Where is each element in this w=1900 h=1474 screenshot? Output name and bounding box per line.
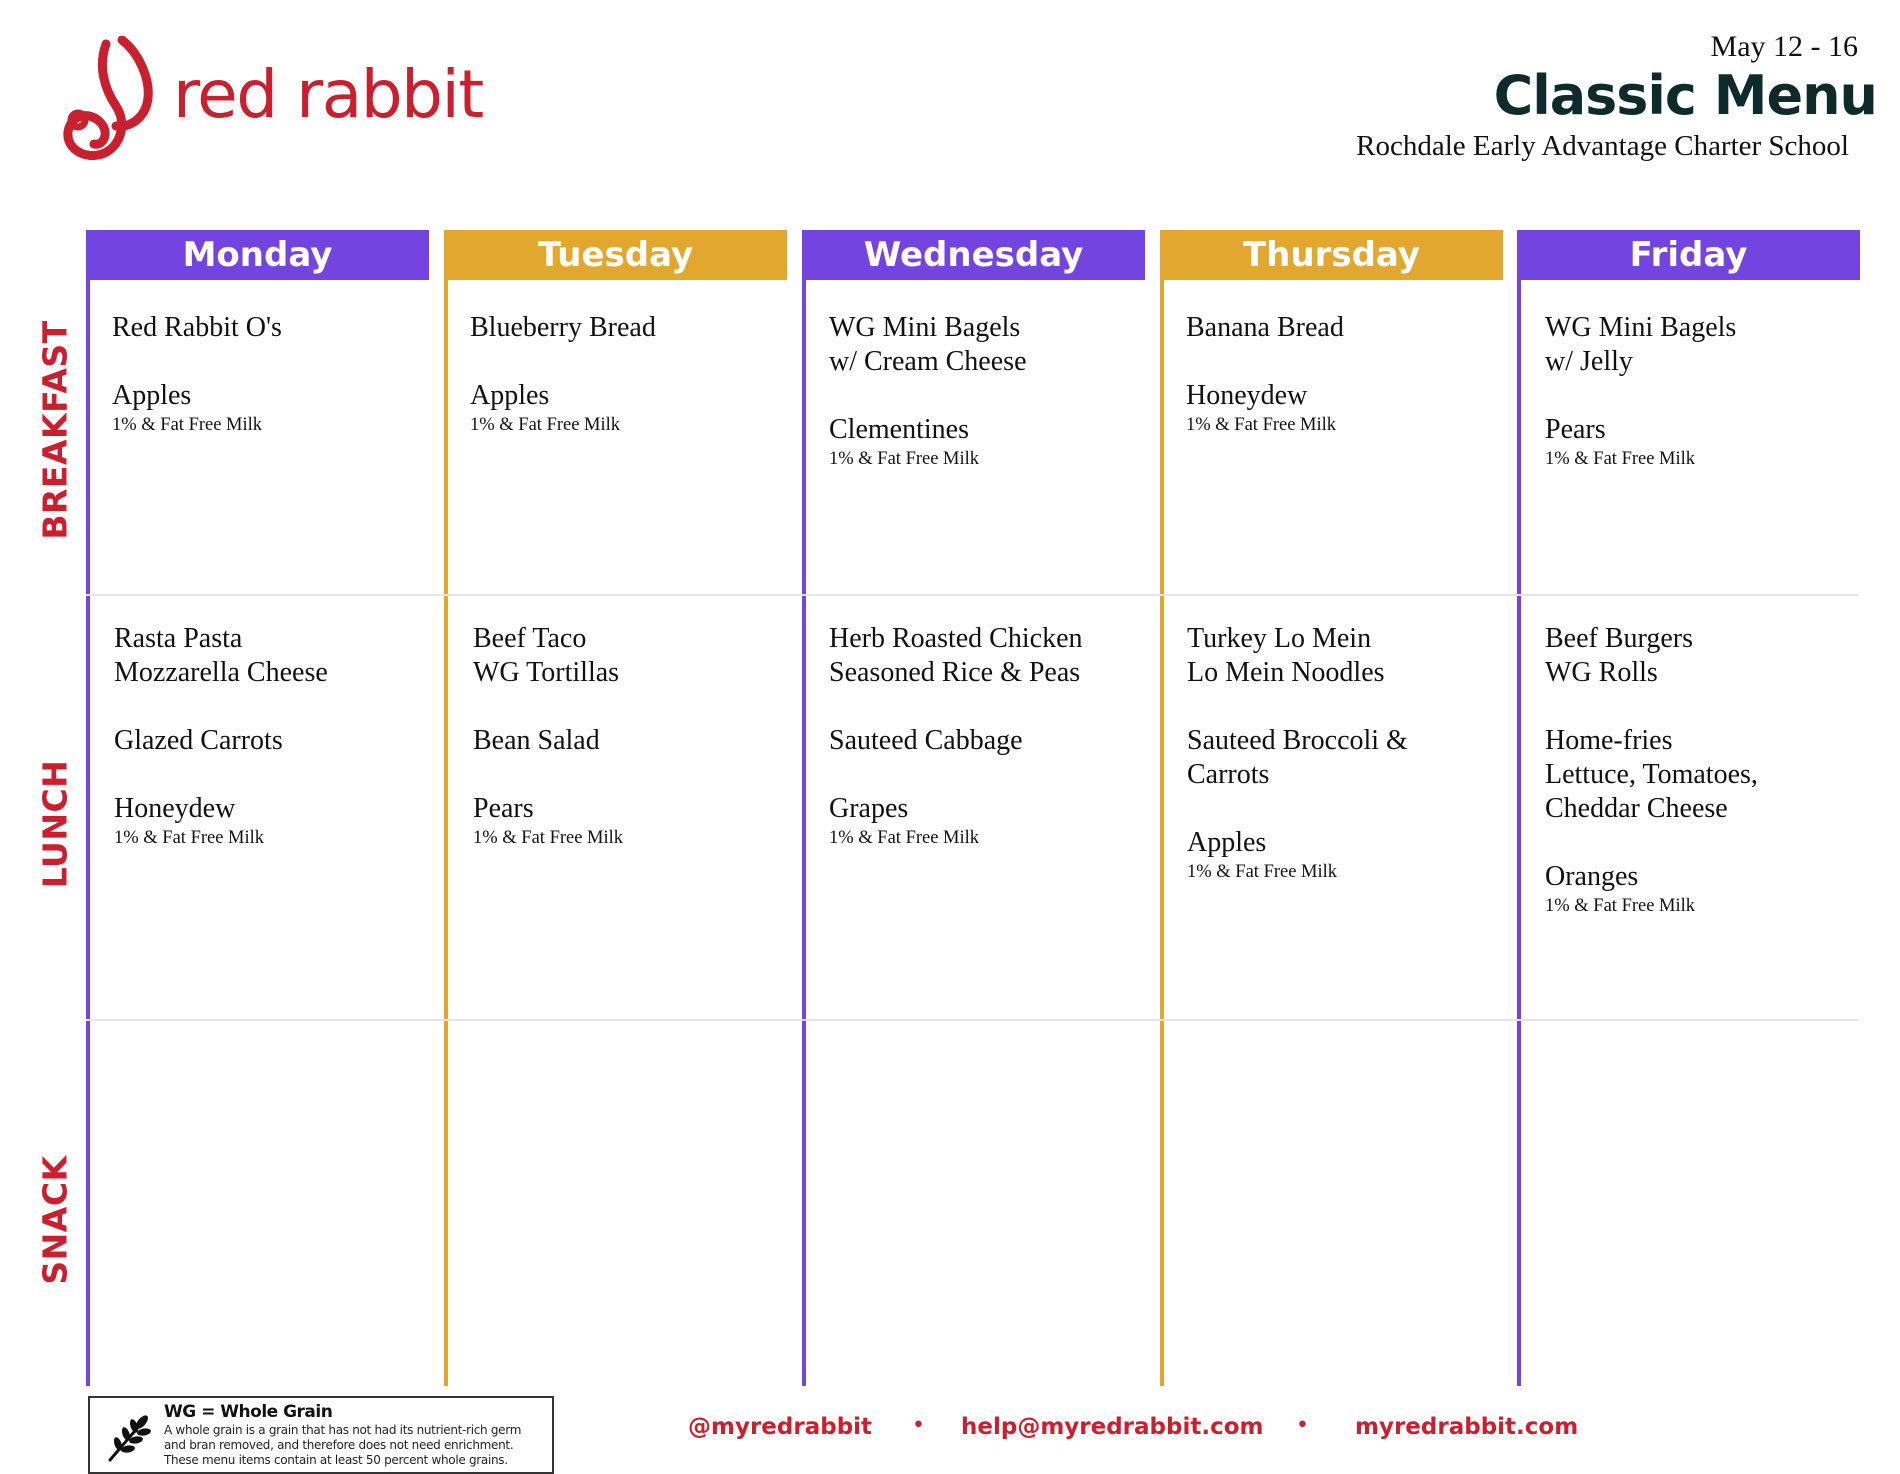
email-link[interactable]: help@myredrabbit.com bbox=[961, 1414, 1264, 1440]
rabbit-logo-icon bbox=[63, 36, 153, 160]
menu-item: Apples bbox=[470, 380, 550, 411]
wheat-icon bbox=[108, 1415, 151, 1462]
breakfast-cell-thursday: Banana Bread Honeydew 1% & Fat Free Milk bbox=[1186, 311, 1506, 437]
footer-separator: • bbox=[912, 1413, 925, 1438]
milk-note: 1% & Fat Free Milk bbox=[1186, 415, 1337, 435]
menu-item: Honeydew bbox=[1186, 380, 1308, 411]
lunch-cell-wednesday: Herb Roasted Chicken Seasoned Rice & Pea… bbox=[829, 622, 1149, 850]
whole-grain-legend: WG = Whole Grain A whole grain is a grai… bbox=[88, 1396, 554, 1474]
lunch-cell-tuesday: Beef Taco WG Tortillas Bean Salad Pears … bbox=[473, 622, 793, 850]
milk-note: 1% & Fat Free Milk bbox=[829, 828, 980, 848]
menu-item: Beef Taco WG Tortillas bbox=[473, 623, 620, 688]
menu-item: WG Mini Bagels w/ Jelly bbox=[1545, 312, 1737, 377]
milk-note: 1% & Fat Free Milk bbox=[114, 828, 265, 848]
menu-item: Oranges bbox=[1545, 861, 1639, 892]
menu-item: Beef Burgers WG Rolls bbox=[1545, 623, 1693, 688]
row-divider bbox=[86, 1019, 1859, 1021]
meal-label-snack: SNACK bbox=[35, 1155, 75, 1285]
column-divider bbox=[444, 280, 448, 1386]
page-title: Classic Menu bbox=[1493, 64, 1878, 127]
day-header-friday: Friday bbox=[1517, 230, 1860, 280]
milk-note: 1% & Fat Free Milk bbox=[1187, 862, 1338, 882]
day-header-thursday: Thursday bbox=[1160, 230, 1503, 280]
menu-item: WG Mini Bagels w/ Cream Cheese bbox=[829, 312, 1027, 377]
breakfast-cell-wednesday: WG Mini Bagels w/ Cream Cheese Clementin… bbox=[829, 311, 1149, 471]
day-header-monday: Monday bbox=[86, 230, 429, 280]
milk-note: 1% & Fat Free Milk bbox=[473, 828, 624, 848]
menu-item: Turkey Lo Mein Lo Mein Noodles bbox=[1187, 623, 1385, 688]
menu-item: Sauteed Broccoli & Carrots bbox=[1187, 725, 1408, 790]
column-divider bbox=[1517, 280, 1521, 1386]
menu-item: Honeydew bbox=[114, 793, 236, 824]
milk-note: 1% & Fat Free Milk bbox=[470, 415, 621, 435]
lunch-cell-thursday: Turkey Lo Mein Lo Mein Noodles Sauteed B… bbox=[1187, 622, 1507, 884]
column-divider bbox=[86, 280, 90, 1386]
breakfast-cell-monday: Red Rabbit O's Apples 1% & Fat Free Milk bbox=[112, 311, 432, 437]
menu-item: Red Rabbit O's bbox=[112, 312, 282, 343]
menu-item: Rasta Pasta Mozzarella Cheese bbox=[114, 623, 328, 688]
menu-item: Bean Salad bbox=[473, 725, 600, 756]
menu-item: Herb Roasted Chicken Seasoned Rice & Pea… bbox=[829, 623, 1083, 688]
menu-item: Grapes bbox=[829, 793, 909, 824]
menu-item: Banana Bread bbox=[1186, 312, 1344, 343]
day-header-tuesday: Tuesday bbox=[444, 230, 787, 280]
brand-logo: red rabbit bbox=[58, 36, 484, 166]
brand-name: red rabbit bbox=[173, 56, 484, 133]
menu-item: Glazed Carrots bbox=[114, 725, 283, 756]
menu-item: Apples bbox=[1187, 827, 1267, 858]
milk-note: 1% & Fat Free Milk bbox=[829, 449, 980, 469]
column-divider bbox=[802, 280, 806, 1386]
menu-item: Home-fries Lettuce, Tomatoes, Cheddar Ch… bbox=[1545, 725, 1758, 824]
meal-label-breakfast: BREAKFAST bbox=[35, 320, 75, 540]
menu-item: Apples bbox=[112, 380, 192, 411]
breakfast-cell-tuesday: Blueberry Bread Apples 1% & Fat Free Mil… bbox=[470, 311, 790, 437]
menu-item: Sauteed Cabbage bbox=[829, 725, 1023, 756]
breakfast-cell-friday: WG Mini Bagels w/ Jelly Pears 1% & Fat F… bbox=[1545, 311, 1865, 471]
milk-note: 1% & Fat Free Milk bbox=[1545, 449, 1696, 469]
school-name: Rochdale Early Advantage Charter School bbox=[1356, 130, 1849, 162]
column-divider bbox=[1160, 280, 1164, 1386]
legend-title: WG = Whole Grain bbox=[164, 1402, 333, 1422]
milk-note: 1% & Fat Free Milk bbox=[1545, 896, 1696, 916]
menu-item: Pears bbox=[473, 793, 534, 824]
day-header-wednesday: Wednesday bbox=[802, 230, 1145, 280]
menu-item: Blueberry Bread bbox=[470, 312, 656, 343]
lunch-cell-monday: Rasta Pasta Mozzarella Cheese Glazed Car… bbox=[114, 622, 434, 850]
menu-item: Clementines bbox=[829, 414, 969, 445]
legend-description: A whole grain is a grain that has not ha… bbox=[164, 1423, 522, 1467]
lunch-cell-friday: Beef Burgers WG Rolls Home-fries Lettuce… bbox=[1545, 622, 1865, 918]
date-range: May 12 - 16 bbox=[1710, 30, 1858, 63]
milk-note: 1% & Fat Free Milk bbox=[112, 415, 263, 435]
row-divider bbox=[86, 594, 1859, 596]
social-handle-link[interactable]: @myredrabbit bbox=[688, 1414, 872, 1440]
menu-item: Pears bbox=[1545, 414, 1606, 445]
meal-label-lunch: LUNCH bbox=[35, 759, 75, 889]
website-link[interactable]: myredrabbit.com bbox=[1355, 1414, 1578, 1440]
footer-separator: • bbox=[1296, 1413, 1309, 1438]
